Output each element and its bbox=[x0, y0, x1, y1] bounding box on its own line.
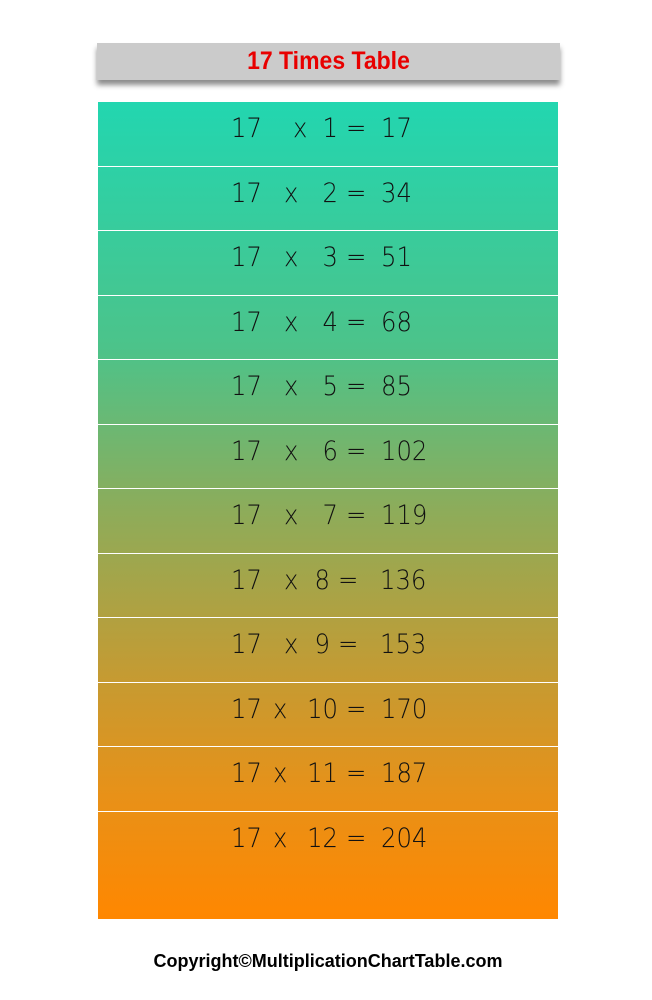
times-sign: x bbox=[284, 500, 299, 531]
multiplicand: 17 bbox=[231, 758, 262, 789]
multiplier: 4 bbox=[322, 306, 338, 338]
equals-sign: = bbox=[338, 629, 359, 660]
multiplier: 3 bbox=[322, 242, 338, 273]
times-sign: x bbox=[284, 371, 299, 402]
multiplier: 7 bbox=[322, 500, 338, 531]
multiplicand: 17 bbox=[231, 500, 262, 531]
product: 17 bbox=[381, 113, 412, 144]
multiplicand: 17 bbox=[231, 822, 262, 854]
times-sign: x bbox=[273, 758, 288, 789]
times-sign: x bbox=[284, 177, 299, 209]
times-table: 17 x 1 = 17 17 x 2 = 34 17 x 3 = 51 17 x 4 = 68 17 x 5 = 85 17 x 6 =… bbox=[98, 102, 558, 919]
multiplier: 11 bbox=[307, 758, 338, 789]
page-title: 17 Times Table bbox=[247, 47, 410, 75]
equals-sign: = bbox=[346, 113, 367, 144]
times-sign: x bbox=[284, 242, 299, 273]
multiplicand: 17 bbox=[231, 564, 262, 596]
multiplier: 1 bbox=[322, 113, 338, 144]
equals-sign: = bbox=[346, 758, 367, 789]
times-sign: x bbox=[273, 693, 288, 725]
table-row: 17 x 4 = 68 bbox=[98, 296, 558, 360]
multiplier: 8 bbox=[314, 564, 330, 596]
multiplicand: 17 bbox=[231, 306, 262, 338]
multiplicand: 17 bbox=[231, 371, 262, 402]
product: 34 bbox=[381, 177, 412, 209]
multiplier: 2 bbox=[322, 177, 338, 209]
times-sign: x bbox=[273, 822, 288, 854]
multiplicand: 17 bbox=[231, 435, 262, 467]
multiplicand: 17 bbox=[231, 177, 262, 209]
multiplicand: 17 bbox=[231, 242, 262, 273]
times-sign: x bbox=[284, 435, 299, 467]
equals-sign: = bbox=[346, 177, 367, 209]
table-row: 17 x 6 = 102 bbox=[98, 425, 558, 489]
multiplier: 10 bbox=[307, 693, 338, 725]
times-sign: x bbox=[284, 306, 299, 338]
table-row: 17 x 12 = 204 bbox=[98, 812, 558, 920]
product: 204 bbox=[381, 822, 428, 854]
copyright-footer: Copyright©MultiplicationChartTable.com bbox=[153, 951, 503, 971]
multiplier: 5 bbox=[322, 371, 338, 402]
title-banner: 17 Times Table bbox=[97, 43, 560, 80]
equals-sign: = bbox=[338, 564, 359, 596]
product: 85 bbox=[381, 371, 412, 402]
product: 187 bbox=[381, 758, 428, 789]
equals-sign: = bbox=[346, 500, 367, 531]
multiplier: 6 bbox=[322, 435, 338, 467]
product: 170 bbox=[381, 693, 428, 725]
table-row: 17 x 10 = 170 bbox=[98, 683, 558, 747]
product: 136 bbox=[380, 564, 427, 596]
table-row: 17 x 5 = 85 bbox=[98, 360, 558, 425]
product: 51 bbox=[381, 242, 412, 273]
equals-sign: = bbox=[346, 306, 367, 338]
multiplier: 12 bbox=[307, 822, 338, 854]
table-row: 17 x 3 = 51 bbox=[98, 231, 558, 296]
equals-sign: = bbox=[346, 822, 367, 854]
table-row: 17 x 2 = 34 bbox=[98, 167, 558, 231]
product: 153 bbox=[380, 629, 427, 660]
product: 68 bbox=[381, 306, 412, 338]
multiplicand: 17 bbox=[231, 629, 262, 660]
equals-sign: = bbox=[346, 371, 367, 402]
product: 102 bbox=[381, 435, 428, 467]
product: 119 bbox=[381, 500, 428, 531]
multiplicand: 17 bbox=[231, 113, 262, 144]
multiplicand: 17 bbox=[231, 693, 262, 725]
equals-sign: = bbox=[346, 242, 367, 273]
equals-sign: = bbox=[346, 693, 367, 725]
table-row: 17 x 11 = 187 bbox=[98, 747, 558, 812]
table-row: 17 x 9 = 153 bbox=[98, 618, 558, 683]
table-row: 17 x 7 = 119 bbox=[98, 489, 558, 554]
table-row: 17 x 1 = 17 bbox=[98, 102, 558, 167]
equals-sign: = bbox=[346, 435, 367, 467]
table-row: 17 x 8 = 136 bbox=[98, 554, 558, 618]
multiplier: 9 bbox=[314, 629, 330, 660]
